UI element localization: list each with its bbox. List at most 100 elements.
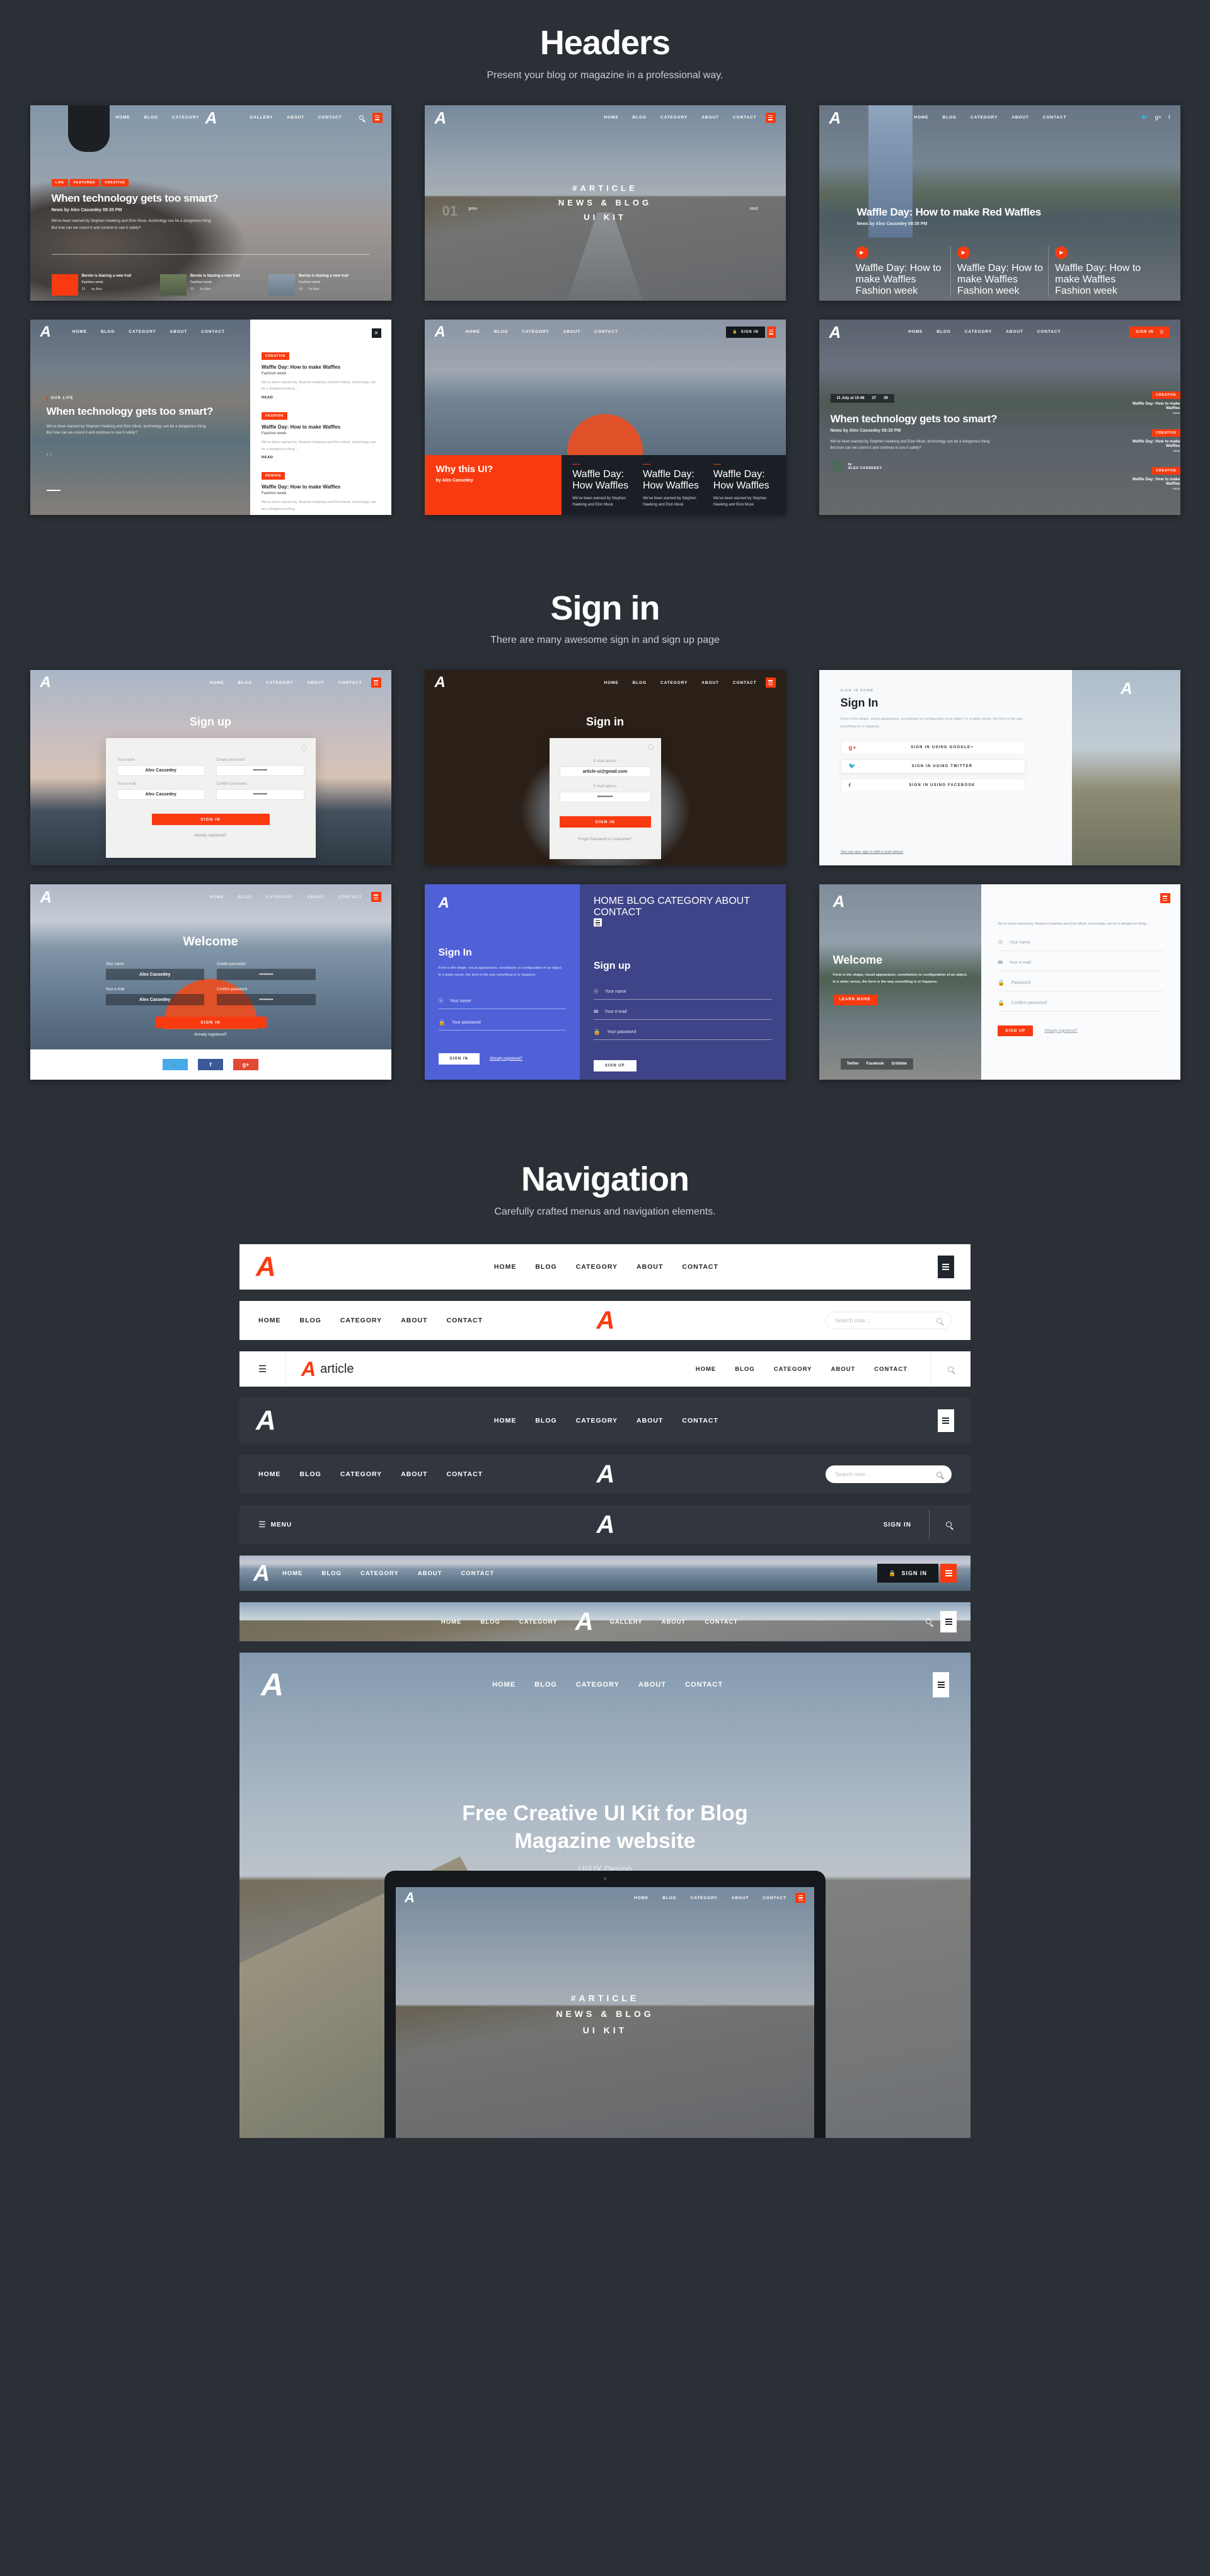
field-confirm-password[interactable]: 🔒 Confirm password bbox=[998, 1000, 1164, 1012]
menu-toggle-button[interactable] bbox=[766, 326, 776, 338]
search-icon[interactable] bbox=[359, 115, 364, 120]
nav-link-category[interactable]: CATEGORY bbox=[576, 1263, 618, 1271]
nav-link-blog[interactable]: BLOG bbox=[300, 1317, 321, 1324]
brand-logo[interactable]: A bbox=[829, 324, 841, 340]
nav-link-blog[interactable]: BLOG bbox=[942, 115, 956, 120]
nav-link-home[interactable]: HOME bbox=[494, 1417, 517, 1424]
nav-link-contact[interactable]: CONTACT bbox=[318, 115, 342, 120]
nav-link-category[interactable]: CATEGORY bbox=[965, 330, 992, 334]
menu-toggle-button[interactable] bbox=[937, 1409, 954, 1433]
nav-link-blog[interactable]: BLOG bbox=[534, 1681, 557, 1689]
nav-link-contact[interactable]: CONTACT bbox=[685, 1681, 723, 1689]
nav-link-category[interactable]: CATEGORY bbox=[360, 1570, 399, 1577]
nav-link-about[interactable]: ABOUT bbox=[307, 895, 325, 899]
nav-link-blog[interactable]: BLOG bbox=[633, 681, 647, 685]
field-your-password[interactable]: 🔒 Your password bbox=[593, 1029, 772, 1041]
article-card[interactable]: Bernie is blazing a new trail Fashion we… bbox=[265, 269, 373, 301]
google-plus-icon[interactable]: g+ bbox=[233, 1059, 258, 1071]
nav-link-home[interactable]: HOME bbox=[282, 1570, 303, 1577]
nav-link-home[interactable]: HOME bbox=[908, 330, 923, 334]
menu-toggle-button[interactable] bbox=[765, 678, 776, 688]
nav-link-blog[interactable]: BLOG bbox=[238, 681, 252, 685]
nav-link-blog[interactable]: BLOG bbox=[144, 115, 158, 120]
field-input[interactable]: Alex Cassedey bbox=[117, 789, 205, 800]
signin-mockup-2[interactable]: A HOME BLOG CATEGORY ABOUT CONTACT Sign … bbox=[424, 670, 786, 866]
nav-link-contact[interactable]: CONTACT bbox=[682, 1417, 718, 1424]
field-input[interactable]: ••••••••• bbox=[216, 789, 304, 800]
header-mockup-5[interactable]: A HOME BLOG CATEGORY ABOUT CONTACT 🔒 SIG… bbox=[424, 319, 786, 515]
field-confirm-password[interactable]: Confirm password ••••••••• bbox=[216, 782, 304, 800]
article-card[interactable]: Bernie is blazing a new trail Fashion we… bbox=[156, 269, 265, 301]
nav-link-contact[interactable]: CONTACT bbox=[1037, 330, 1061, 334]
nav-link-about[interactable]: ABOUT bbox=[401, 1317, 427, 1324]
field-create-password[interactable]: Create password ••••••••• bbox=[217, 962, 316, 981]
field-your-name[interactable]: ☉ Your name bbox=[438, 998, 566, 1009]
side-article[interactable]: CREATIVE Waffle Day: How to make Waffles… bbox=[1131, 425, 1180, 453]
dribbble-link[interactable]: Dribbble bbox=[892, 1062, 907, 1066]
nav-link-home[interactable]: HOME bbox=[494, 1263, 517, 1271]
email-signin-link[interactable]: You can also sign in with e-mail adress bbox=[841, 850, 904, 854]
brand-logo[interactable]: A bbox=[253, 1562, 270, 1585]
nav-link-home[interactable]: HOME bbox=[594, 896, 624, 906]
search-icon[interactable] bbox=[936, 1317, 942, 1324]
nav-link-blog[interactable]: BLOG bbox=[936, 330, 950, 334]
field-input[interactable]: ••••••••• bbox=[217, 994, 316, 1006]
video-card[interactable]: ▶ Waffle Day: How to make Waffles Fashio… bbox=[853, 246, 950, 297]
brand-logo[interactable]: A bbox=[40, 675, 51, 690]
field-create-password[interactable]: Create password ••••••••• bbox=[216, 758, 304, 777]
signin-submit-button[interactable]: SIGN IN bbox=[559, 816, 651, 828]
nav-link-about[interactable]: ABOUT bbox=[638, 1681, 666, 1689]
nav-link-category[interactable]: CATEGORY bbox=[129, 330, 156, 334]
brand-logo[interactable]: A bbox=[435, 675, 446, 690]
promo-card[interactable]: Waffle Day: How Waffles We've been warne… bbox=[709, 463, 780, 507]
signup-form[interactable]: Your name Alex Cassedey Create password … bbox=[105, 962, 316, 1006]
field-input[interactable]: Alex Cassedey bbox=[105, 969, 204, 981]
signin-mockup-3[interactable]: SIGN IN FORM Sign In Form is the shape, … bbox=[819, 670, 1180, 866]
article-tag[interactable]: CREATIVE bbox=[1152, 466, 1180, 475]
nav-link-category[interactable]: CATEGORY bbox=[266, 895, 293, 899]
nav-link-gallery[interactable]: GALLERY bbox=[610, 1619, 643, 1626]
navbar-dark-search[interactable]: HOME BLOG CATEGORY ABOUT CONTACT A Searc… bbox=[239, 1455, 971, 1494]
prev-button[interactable]: prev bbox=[469, 207, 478, 211]
nav-link-contact[interactable]: CONTACT bbox=[338, 895, 362, 899]
already-registered-link[interactable]: Already registered? bbox=[117, 834, 304, 838]
menu-toggle-button[interactable] bbox=[1160, 893, 1170, 904]
menu-toggle-button[interactable] bbox=[371, 892, 381, 903]
field-your-email[interactable]: ✉ Your e-mail bbox=[593, 1008, 772, 1020]
field-password[interactable]: 🔒 Password bbox=[998, 979, 1164, 991]
field-your-email[interactable]: ✉ Your e-mail bbox=[998, 959, 1164, 971]
slider-arrows[interactable]: ‹ › bbox=[47, 453, 255, 457]
search-input[interactable]: Search now ... bbox=[826, 1465, 952, 1484]
nav-link-contact[interactable]: CONTACT bbox=[461, 1570, 495, 1577]
brand-logo[interactable]: A bbox=[261, 1669, 284, 1701]
google-plus-icon[interactable]: g+ bbox=[1155, 114, 1161, 121]
nav-link-contact[interactable]: CONTACT bbox=[447, 1317, 483, 1324]
navbar-menu-signin[interactable]: ☰ MENU A SIGN IN bbox=[239, 1505, 971, 1545]
nav-link-home[interactable]: HOME bbox=[492, 1681, 516, 1689]
nav-link-home[interactable]: HOME bbox=[258, 1317, 281, 1324]
nav-link-gallery[interactable]: GALLERY bbox=[250, 115, 273, 120]
nav-link-category[interactable]: CATEGORY bbox=[576, 1681, 619, 1689]
menu-toggle-button[interactable] bbox=[933, 1672, 949, 1698]
facebook-link[interactable]: Facebook bbox=[867, 1062, 884, 1066]
menu-toggle-button[interactable]: ☰ MENU bbox=[258, 1520, 292, 1530]
header-mockup-3[interactable]: A HOME BLOG CATEGORY ABOUT CONTACT 🐦 g+ … bbox=[819, 105, 1180, 301]
signup-submit-button[interactable]: SIGN UP bbox=[593, 1060, 637, 1072]
field-your-email[interactable]: Your e-mail Alex Cassedey bbox=[117, 782, 205, 800]
nav-link-about[interactable]: ABOUT bbox=[637, 1263, 663, 1271]
nav-link-blog[interactable]: BLOG bbox=[300, 1470, 321, 1478]
header-mockup-6[interactable]: A HOME BLOG CATEGORY ABOUT CONTACT SIGN … bbox=[819, 319, 1180, 515]
brand-logo[interactable]: A bbox=[301, 1359, 316, 1379]
nav-link-category[interactable]: CATEGORY bbox=[657, 896, 713, 906]
brand-logo[interactable]: A bbox=[40, 889, 52, 905]
search-icon[interactable] bbox=[930, 1519, 952, 1530]
nav-link-home[interactable]: HOME bbox=[604, 681, 618, 685]
field-your-password[interactable]: 🔒 Your password bbox=[438, 1019, 566, 1031]
nav-link-about[interactable]: ABOUT bbox=[662, 1619, 686, 1626]
nav-link-blog[interactable]: BLOG bbox=[735, 1366, 754, 1373]
menu-toggle-button[interactable] bbox=[372, 112, 383, 123]
nav-link-about[interactable]: ABOUT bbox=[418, 1570, 442, 1577]
tag-life[interactable]: LIFE bbox=[51, 178, 68, 187]
signin-submit-button[interactable]: SIGN IN bbox=[151, 814, 270, 826]
field-input[interactable]: Alex Cassedey bbox=[117, 765, 205, 777]
